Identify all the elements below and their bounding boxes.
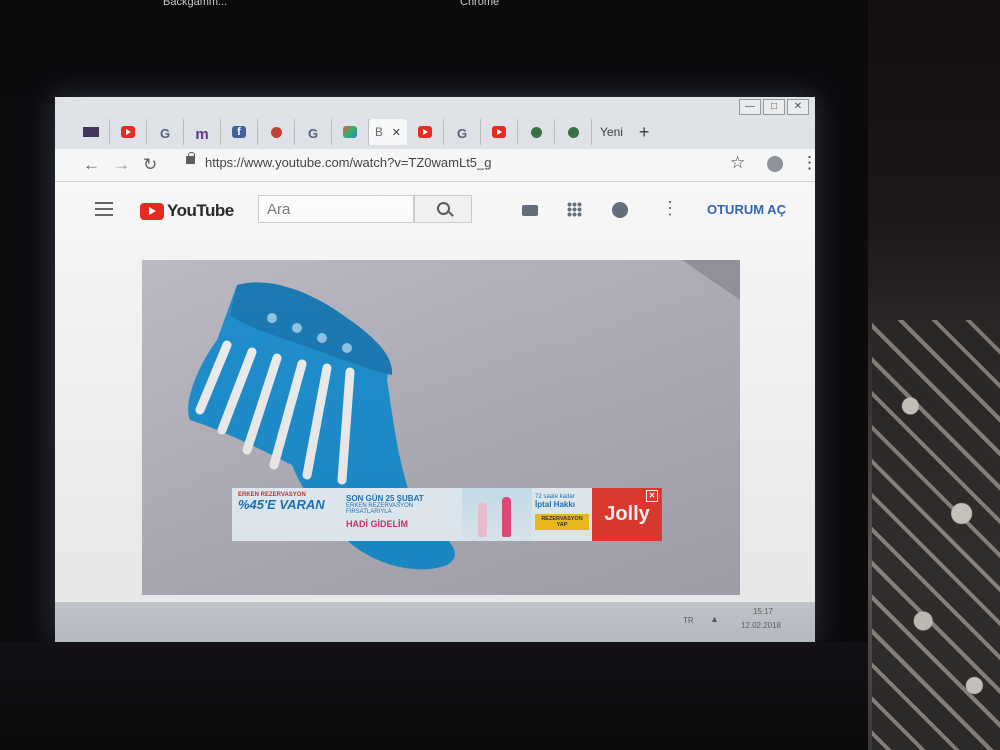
close-tab-icon[interactable]: ✕ — [392, 126, 401, 139]
tab-11[interactable]: G — [444, 119, 481, 145]
address-bar[interactable]: https://www.youtube.com/watch?v=TZ0wamLt… — [205, 155, 492, 170]
messages-icon[interactable] — [612, 202, 628, 218]
search-icon — [437, 202, 450, 215]
language-indicator[interactable]: TR — [683, 616, 694, 625]
patterned-rug — [872, 320, 1000, 750]
window-controls: — □ ✕ — [739, 99, 809, 115]
windows-taskbar: TR ▲ 15:17 12.02.2018 — [55, 602, 815, 642]
youtube-icon — [418, 126, 432, 138]
tab-12[interactable] — [481, 119, 518, 145]
google-icon: G — [159, 126, 171, 141]
tab-7[interactable]: G — [295, 119, 332, 145]
youtube-header: YouTube Ara ⋮ OTURUM AÇ — [55, 182, 815, 240]
youtube-logo[interactable]: YouTube — [140, 201, 234, 221]
knitted-sock-image — [188, 260, 740, 570]
ad-cta-text: HADİ GİDELİM — [346, 519, 408, 529]
ad-close-icon[interactable]: ✕ — [646, 490, 658, 502]
ad-middle-panel: SON GÜN 25 ŞUBAT ERKEN REZERVASYON FIRSA… — [342, 488, 462, 541]
tab-10[interactable] — [407, 119, 444, 145]
youtube-play-icon — [140, 202, 164, 220]
close-window-button[interactable]: ✕ — [787, 99, 809, 115]
new-tab-button[interactable]: + — [631, 122, 658, 143]
youtube-icon — [492, 126, 506, 138]
minimize-button[interactable]: — — [739, 99, 761, 115]
tab-6[interactable] — [258, 119, 295, 145]
tab-strip: — □ ✕ G m f G B ✕ G Yeni + — [55, 97, 815, 149]
m-site-icon: m — [195, 126, 209, 143]
ad-tagline-text: ERKEN REZERVASYON FIRSATLARIYLA — [346, 503, 414, 515]
maximize-button[interactable]: □ — [763, 99, 785, 115]
video-player[interactable]: ERKEN REZERVASYON %45'E VARAN SON GÜN 25… — [142, 260, 740, 595]
bookmark-star-icon[interactable]: ☆ — [730, 153, 745, 173]
google-icon: G — [456, 126, 468, 141]
turtle-icon — [567, 126, 579, 138]
browser-toolbar: ← → ↻ https://www.youtube.com/watch?v=TZ… — [55, 149, 815, 182]
ad-cancel-text: İptal Hakkı — [535, 500, 576, 509]
monitor-screen: — □ ✕ G m f G B ✕ G Yeni + ← → ↻ https:/… — [55, 97, 815, 642]
profile-avatar[interactable] — [767, 156, 783, 172]
tab-13[interactable] — [518, 119, 555, 145]
forward-arrow-icon[interactable]: → — [113, 155, 130, 175]
ad-left-panel: ERKEN REZERVASYON %45'E VARAN — [232, 488, 342, 541]
ladybug-icon — [270, 126, 282, 138]
tab-14[interactable] — [555, 119, 592, 145]
lock-icon — [186, 152, 195, 164]
reload-icon[interactable]: ↻ — [143, 155, 157, 175]
monitor-bottom-bezel — [0, 642, 868, 750]
youtube-logo-text: YouTube — [167, 201, 234, 220]
turtle-icon — [530, 126, 542, 138]
facebook-icon: f — [232, 126, 246, 138]
tab-active[interactable]: B ✕ — [369, 119, 407, 145]
tab-1[interactable] — [73, 119, 110, 145]
tab-4[interactable]: m — [184, 119, 221, 145]
search-input[interactable]: Ara — [258, 195, 414, 223]
video-camera-icon[interactable] — [522, 205, 538, 216]
ad-brand-text: Jolly — [604, 503, 650, 525]
tab-5[interactable]: f — [221, 119, 258, 145]
page-content: ERKEN REZERVASYON %45'E VARAN SON GÜN 25… — [55, 240, 815, 610]
desktop-label-chrome: Chrome — [460, 0, 500, 8]
signin-button[interactable]: OTURUM AÇ — [707, 202, 786, 217]
clock-date: 12.02.2018 — [740, 621, 782, 630]
tab-8[interactable] — [332, 119, 369, 145]
tab-3[interactable]: G — [147, 119, 184, 145]
youtube-icon — [121, 126, 135, 138]
ad-reserve-button[interactable]: REZERVASYON YAP — [535, 514, 589, 530]
colorful-site-icon — [343, 126, 357, 138]
search-button[interactable] — [414, 195, 472, 223]
monitor-bezel — [0, 97, 55, 642]
ad-banner[interactable]: ERKEN REZERVASYON %45'E VARAN SON GÜN 25… — [232, 488, 662, 541]
ad-brand-logo: Jolly ✕ — [592, 488, 662, 541]
apps-grid-icon[interactable] — [567, 202, 582, 217]
clock-time: 15:17 — [752, 607, 774, 616]
back-arrow-icon[interactable]: ← — [83, 155, 100, 175]
hamburger-menu-icon[interactable] — [95, 202, 113, 220]
tray-arrow-icon[interactable]: ▲ — [710, 614, 719, 624]
more-options-icon[interactable]: ⋮ — [661, 198, 679, 219]
desktop-label-backgammon: Backgamm... — [163, 0, 228, 8]
ad-discount-text: %45'E VARAN — [238, 497, 325, 512]
ad-deadline-text: SON GÜN 25 ŞUBAT — [346, 494, 424, 503]
browser-menu-icon[interactable]: ⋮ — [801, 153, 815, 173]
tabs: G m f G B ✕ G Yeni + — [73, 119, 657, 145]
b-site-icon: B — [375, 125, 384, 139]
ad-people-illustration — [462, 488, 532, 541]
tab-new-label[interactable]: Yeni — [592, 125, 631, 139]
tab-2[interactable] — [110, 119, 147, 145]
google-icon: G — [307, 126, 319, 141]
flag-icon — [83, 127, 99, 137]
ad-right-panel: 72 saate kadar İptal Hakkı REZERVASYON Y… — [532, 488, 592, 541]
